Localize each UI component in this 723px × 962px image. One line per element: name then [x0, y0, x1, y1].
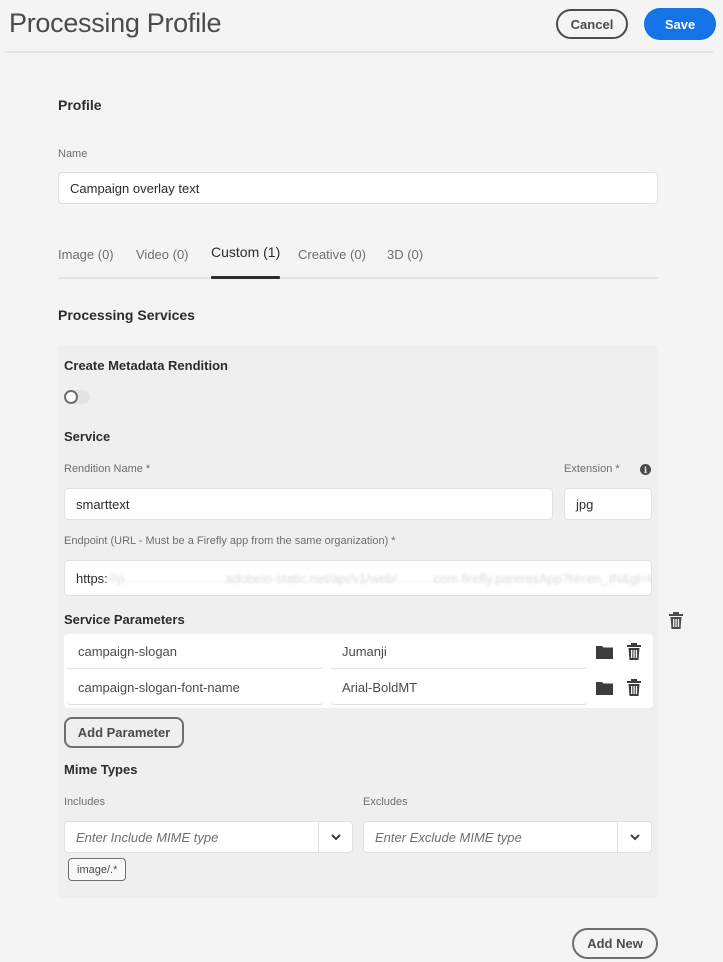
- endpoint-label: Endpoint (URL - Must be a Firefly app fr…: [64, 535, 396, 547]
- folder-icon: [595, 682, 613, 695]
- save-button[interactable]: Save: [644, 8, 716, 40]
- rendition-name-label: Rendition Name *: [64, 463, 151, 475]
- include-mime-tag[interactable]: image/.*: [68, 858, 127, 881]
- endpoint-value-redacted: //p............................adobeio-s…: [109, 570, 652, 586]
- include-mime-combobox: Enter Include MIME type: [64, 821, 353, 853]
- parameter-value-field[interactable]: Arial-BoldMT: [330, 671, 588, 705]
- tab-video[interactable]: Video (0): [136, 247, 189, 262]
- service-parameters-heading: Service Parameters: [64, 612, 185, 627]
- parameter-value-field[interactable]: Jumanji: [330, 635, 588, 669]
- name-label: Name: [58, 148, 88, 160]
- tab-custom[interactable]: Custom (1): [211, 244, 280, 260]
- header-divider: [4, 51, 713, 53]
- parameter-key: campaign-slogan-font-name: [78, 680, 240, 695]
- delete-service-button[interactable]: [667, 612, 685, 630]
- tab-creative[interactable]: Creative (0): [298, 247, 366, 262]
- include-mime-dropdown-button[interactable]: [318, 822, 352, 852]
- include-mime-input[interactable]: Enter Include MIME type: [65, 822, 318, 852]
- add-parameter-button[interactable]: Add Parameter: [64, 717, 184, 748]
- trash-icon: [627, 643, 641, 660]
- delete-parameter-button[interactable]: [625, 643, 643, 661]
- name-value: Campaign overlay text: [70, 180, 200, 196]
- endpoint-value: https:: [76, 570, 108, 586]
- page-header: Processing Profile Cancel Save: [0, 0, 723, 53]
- service-heading: Service: [64, 429, 111, 444]
- name-field[interactable]: Campaign overlay text: [58, 172, 658, 204]
- mime-types-heading: Mime Types: [64, 762, 138, 777]
- exclude-mime-combobox: Enter Exclude MIME type: [363, 821, 652, 853]
- trash-icon: [627, 679, 641, 696]
- browse-parameter-button[interactable]: [595, 643, 613, 661]
- excludes-label: Excludes: [363, 796, 408, 808]
- folder-icon: [595, 646, 613, 659]
- endpoint-field[interactable]: https: //p............................ad…: [64, 560, 652, 596]
- browse-parameter-button[interactable]: [595, 679, 613, 697]
- tabs-divider: [58, 277, 658, 279]
- active-tab-indicator: [211, 276, 280, 279]
- profile-type-tabs: Image (0) Video (0) Custom (1) Creative …: [58, 236, 658, 280]
- extension-label: Extension *: [564, 463, 620, 475]
- tab-image[interactable]: Image (0): [58, 247, 114, 262]
- toggle-knob: [64, 390, 78, 404]
- rendition-name-value: smarttext: [76, 496, 130, 512]
- tab-3d[interactable]: 3D (0): [387, 247, 423, 262]
- trash-icon: [669, 612, 683, 629]
- processing-services-heading: Processing Services: [58, 307, 195, 323]
- metadata-rendition-toggle[interactable]: [64, 390, 90, 404]
- exclude-mime-input[interactable]: Enter Exclude MIME type: [364, 822, 617, 852]
- parameter-value: Jumanji: [342, 644, 387, 659]
- add-new-button[interactable]: Add New: [572, 928, 658, 959]
- info-icon[interactable]: i: [640, 464, 651, 475]
- metadata-rendition-label: Create Metadata Rendition: [64, 358, 228, 373]
- profile-heading: Profile: [58, 97, 102, 113]
- chevron-down-icon: [629, 833, 640, 840]
- page-title: Processing Profile: [9, 8, 222, 38]
- service-parameters-list: campaign-slogan Jumanji campaign-slogan-…: [64, 634, 653, 708]
- parameter-value: Arial-BoldMT: [342, 680, 418, 695]
- delete-parameter-button[interactable]: [625, 679, 643, 697]
- extension-field[interactable]: jpg: [564, 488, 652, 520]
- includes-label: Includes: [64, 796, 105, 808]
- exclude-mime-dropdown-button[interactable]: [617, 822, 651, 852]
- extension-value: jpg: [576, 496, 594, 512]
- parameter-key-field[interactable]: campaign-slogan-font-name: [66, 671, 324, 705]
- parameter-key: campaign-slogan: [78, 644, 178, 659]
- rendition-name-field[interactable]: smarttext: [64, 488, 553, 520]
- parameter-key-field[interactable]: campaign-slogan: [66, 635, 324, 669]
- chevron-down-icon: [330, 833, 341, 840]
- cancel-button[interactable]: Cancel: [556, 9, 628, 39]
